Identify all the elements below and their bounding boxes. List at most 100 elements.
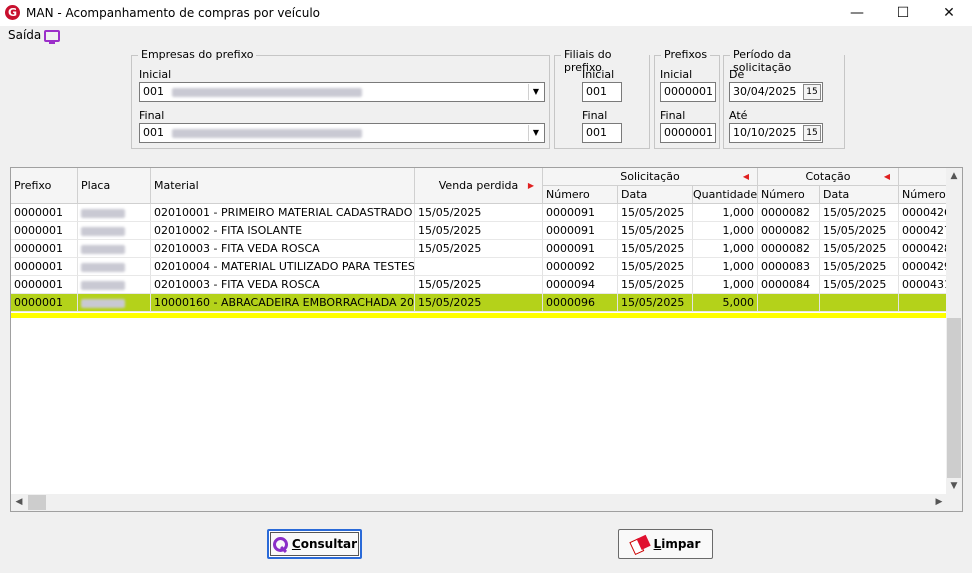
cell-sol-qtd[interactable]: 1,000 (693, 258, 758, 276)
cell-next-numero[interactable]: 0000429 (899, 258, 947, 276)
empresas-inicial-select[interactable]: 001 ▼ (139, 82, 545, 102)
periodo-de-input[interactable]: 30/04/2025 15 (729, 82, 823, 102)
cell-placa-redacted[interactable] (78, 258, 151, 276)
close-button[interactable]: ✕ (926, 0, 972, 26)
table-row[interactable]: 0000001 02010001 - PRIMEIRO MATERIAL CADA… (11, 204, 947, 222)
cell-sol-qtd[interactable]: 1,000 (693, 222, 758, 240)
cell-placa-redacted[interactable] (78, 204, 151, 222)
cell-next-numero[interactable]: 0000431 (899, 276, 947, 294)
cell-venda-perdida[interactable]: 15/05/2025 (415, 204, 543, 222)
cell-sol-numero[interactable]: 0000092 (543, 258, 618, 276)
scroll-left-icon[interactable]: ◀ (11, 494, 27, 510)
scroll-up-icon[interactable]: ▲ (946, 168, 962, 184)
filiais-final-input[interactable]: 001 (582, 123, 622, 143)
cell-sol-data[interactable]: 15/05/2025 (618, 204, 693, 222)
chevron-down-icon[interactable]: ▼ (528, 84, 543, 100)
cell-prefixo[interactable]: 0000001 (11, 222, 78, 240)
cell-next-numero[interactable] (899, 294, 947, 312)
consultar-button[interactable]: Consultar (267, 529, 362, 559)
cell-cot-data[interactable]: 15/05/2025 (820, 276, 899, 294)
scroll-down-icon[interactable]: ▼ (946, 478, 962, 494)
chevron-down-icon[interactable]: ▼ (528, 125, 543, 141)
cell-sol-qtd[interactable]: 1,000 (693, 276, 758, 294)
cell-placa-redacted[interactable] (78, 222, 151, 240)
filiais-inicial-input[interactable]: 001 (582, 82, 622, 102)
cell-placa-redacted[interactable] (78, 294, 151, 312)
table-row[interactable]: 0000001 02010003 - FITA VEDA ROSCA 15/05/2… (11, 276, 947, 294)
prefixos-inicial-input[interactable]: 0000001 (660, 82, 716, 102)
menu-saida[interactable]: Saída (8, 28, 41, 42)
cell-cot-numero[interactable] (758, 294, 820, 312)
calendar-icon[interactable]: 15 (803, 84, 821, 100)
periodo-ate-input[interactable]: 10/10/2025 15 (729, 123, 823, 143)
header-venda-perdida[interactable]: Venda perdida ▶ (415, 168, 543, 204)
header-placa[interactable]: Placa (78, 168, 151, 204)
cell-cot-numero[interactable]: 0000083 (758, 258, 820, 276)
cell-cot-data[interactable]: 15/05/2025 (820, 240, 899, 258)
empresas-final-select[interactable]: 001 ▼ (139, 123, 545, 143)
header-sol-quantidade[interactable]: Quantidade (693, 186, 758, 204)
cell-prefixo[interactable]: 0000001 (11, 240, 78, 258)
cell-cot-numero[interactable]: 0000082 (758, 240, 820, 258)
cell-venda-perdida[interactable]: 15/05/2025 (415, 276, 543, 294)
cell-next-numero[interactable]: 0000427 (899, 222, 947, 240)
cell-next-numero[interactable]: 0000428 (899, 240, 947, 258)
cell-sol-qtd[interactable]: 1,000 (693, 204, 758, 222)
vertical-scrollbar[interactable]: ▲ ▼ (946, 168, 962, 494)
cell-sol-numero[interactable]: 0000091 (543, 204, 618, 222)
calendar-icon[interactable]: 15 (803, 125, 821, 141)
header-cot-numero[interactable]: Número (758, 186, 820, 204)
table-row[interactable]: 0000001 02010002 - FITA ISOLANTE 15/05/202… (11, 222, 947, 240)
cell-sol-data[interactable]: 15/05/2025 (618, 294, 693, 312)
limpar-button[interactable]: Limpar (618, 529, 713, 559)
scroll-right-icon[interactable]: ▶ (931, 494, 947, 510)
header-sol-numero[interactable]: Número (543, 186, 618, 204)
cell-placa-redacted[interactable] (78, 240, 151, 258)
cell-placa-redacted[interactable] (78, 276, 151, 294)
cell-cot-numero[interactable]: 0000082 (758, 222, 820, 240)
cell-material[interactable]: 02010003 - FITA VEDA ROSCA (151, 276, 415, 294)
cell-material[interactable]: 02010002 - FITA ISOLANTE (151, 222, 415, 240)
cell-prefixo[interactable]: 0000001 (11, 258, 78, 276)
cell-venda-perdida[interactable] (415, 258, 543, 276)
prefixos-final-input[interactable]: 0000001 (660, 123, 716, 143)
table-row[interactable]: 0000001 02010004 - MATERIAL UTILIZADO PAR… (11, 258, 947, 276)
cell-cot-numero[interactable]: 0000084 (758, 276, 820, 294)
cell-cot-data[interactable]: 15/05/2025 (820, 222, 899, 240)
cell-sol-qtd[interactable]: 1,000 (693, 240, 758, 258)
header-next-numero[interactable]: Número (899, 186, 947, 204)
header-solicitacao[interactable]: Solicitação ◀ (543, 168, 758, 186)
cell-prefixo[interactable]: 0000001 (11, 276, 78, 294)
cell-sol-numero[interactable]: 0000096 (543, 294, 618, 312)
cell-sol-numero[interactable]: 0000091 (543, 222, 618, 240)
cell-sol-data[interactable]: 15/05/2025 (618, 276, 693, 294)
table-row[interactable]: 0000001 02010003 - FITA VEDA ROSCA 15/05/2… (11, 240, 947, 258)
cell-cot-data[interactable]: 15/05/2025 (820, 258, 899, 276)
cell-cot-numero[interactable]: 0000082 (758, 204, 820, 222)
results-grid[interactable]: Prefixo Placa Material Venda perdida ▶ S… (10, 167, 963, 512)
cell-sol-data[interactable]: 15/05/2025 (618, 258, 693, 276)
vertical-scroll-thumb[interactable] (947, 318, 961, 478)
header-cot-data[interactable]: Data (820, 186, 899, 204)
cell-material[interactable]: 10000160 - ABRACADEIRA EMBORRACHADA 20MM (151, 294, 415, 312)
cell-cot-data[interactable]: 15/05/2025 (820, 204, 899, 222)
cell-venda-perdida[interactable]: 15/05/2025 (415, 294, 543, 312)
header-prefixo[interactable]: Prefixo (11, 168, 78, 204)
header-material[interactable]: Material (151, 168, 415, 204)
cell-sol-numero[interactable]: 0000091 (543, 240, 618, 258)
header-sol-data[interactable]: Data (618, 186, 693, 204)
cell-material[interactable]: 02010003 - FITA VEDA ROSCA (151, 240, 415, 258)
cell-prefixo[interactable]: 0000001 (11, 204, 78, 222)
header-cotacao[interactable]: Cotação ◀ (758, 168, 899, 186)
cell-sol-qtd[interactable]: 5,000 (693, 294, 758, 312)
horizontal-scrollbar[interactable]: ◀ ▶ (11, 494, 947, 511)
table-row[interactable]: 0000001 10000160 - ABRACADEIRA EMBORRACHA… (11, 294, 947, 312)
cell-sol-data[interactable]: 15/05/2025 (618, 222, 693, 240)
cell-material[interactable]: 02010001 - PRIMEIRO MATERIAL CADASTRADO … (151, 204, 415, 222)
cell-material[interactable]: 02010004 - MATERIAL UTILIZADO PARA TESTE… (151, 258, 415, 276)
monitor-icon[interactable] (44, 30, 60, 44)
minimize-button[interactable]: — (834, 0, 880, 26)
cell-venda-perdida[interactable]: 15/05/2025 (415, 240, 543, 258)
cell-prefixo[interactable]: 0000001 (11, 294, 78, 312)
horizontal-scroll-thumb[interactable] (28, 495, 46, 510)
